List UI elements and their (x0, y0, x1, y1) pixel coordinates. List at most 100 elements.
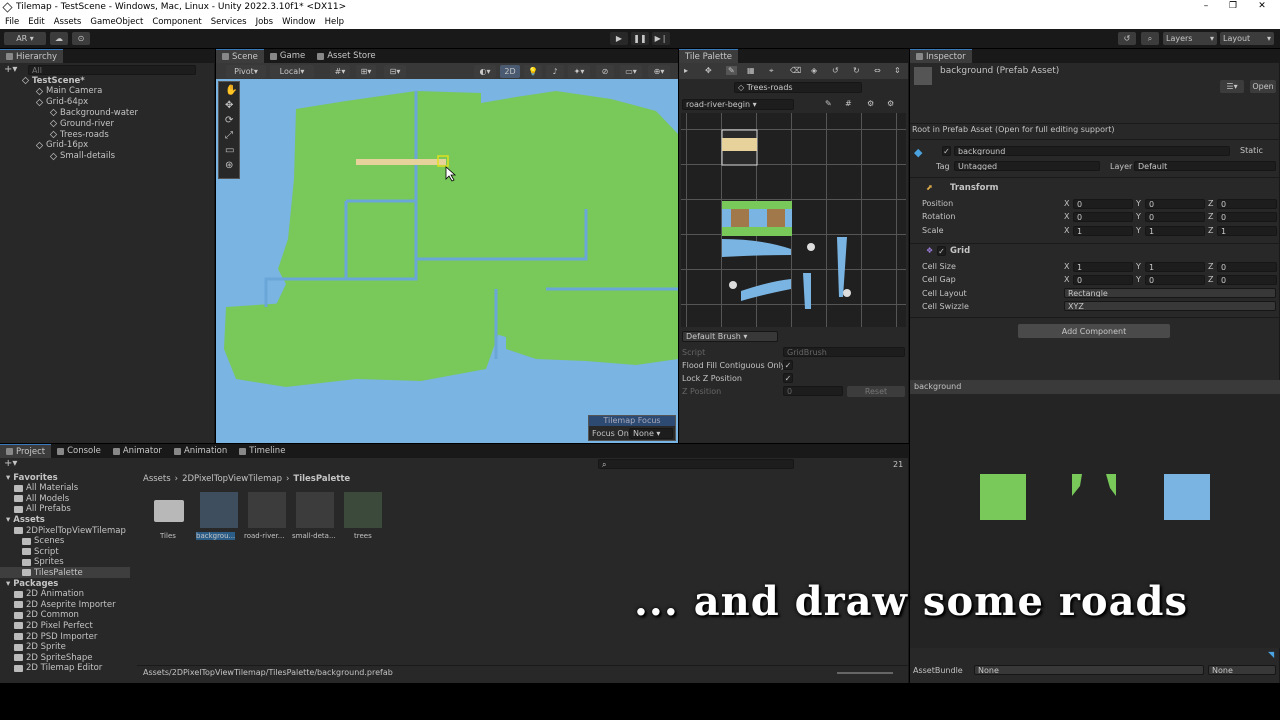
menu-services[interactable]: Services (211, 17, 247, 27)
project-tree-item[interactable]: 2D Sprite (14, 642, 136, 653)
project-tree-item[interactable]: 2DPixelTopViewTilemap (14, 525, 136, 536)
search-icon[interactable]: ⌕ (1141, 32, 1159, 45)
layer-dropdown[interactable]: Default (1134, 161, 1276, 171)
object-name-field[interactable]: background (954, 146, 1230, 156)
cell-swizzle-dropdown[interactable]: XYZ (1064, 301, 1276, 311)
grid-settings-icon[interactable]: ⊞▾ (356, 65, 376, 78)
palette-select-dropdown[interactable]: road-river-begin ▾ (682, 99, 794, 110)
menu-edit[interactable]: Edit (28, 17, 44, 27)
value-y-field[interactable]: 0 (1145, 212, 1205, 223)
hierarchy-item[interactable]: Trees-roads (49, 129, 109, 140)
value-y-field[interactable]: 1 (1145, 225, 1205, 236)
gizmo-toggle-icon[interactable]: ⚙ (867, 99, 874, 108)
add-component-button[interactable]: Add Component (1018, 324, 1170, 338)
scene-canvas[interactable]: ✋ ✥ ⟳ ⤢ ▭ ⊛ Tilemap Focus Focus On None … (216, 79, 678, 443)
menu-file[interactable]: File (5, 17, 19, 27)
eraser-icon[interactable]: ⌫ (790, 66, 801, 75)
menu-jobs[interactable]: Jobs (256, 17, 274, 27)
transform-title[interactable]: Transform (950, 183, 999, 193)
breadcrumb-assets[interactable]: Assets (143, 474, 171, 484)
hierarchy-search-input[interactable]: All (28, 65, 196, 75)
project-tree-item[interactable]: All Models (14, 493, 136, 504)
move-tile-icon[interactable]: ✥ (705, 66, 712, 75)
rotate-left-icon[interactable]: ↺ (832, 66, 839, 75)
brush-dropdown[interactable]: Default Brush ▾ (682, 331, 778, 342)
box-fill-icon[interactable]: ▦ (747, 66, 755, 75)
menu-component[interactable]: Component (152, 17, 201, 27)
hierarchy-item[interactable]: Main Camera (35, 86, 102, 97)
hierarchy-item[interactable]: Ground-river (49, 118, 114, 129)
value-x-field[interactable]: 1 (1073, 262, 1133, 272)
value-z-field[interactable]: 0 (1217, 262, 1277, 272)
hierarchy-item[interactable]: Small-details (49, 151, 115, 162)
select-tool-icon[interactable]: ▸ (684, 66, 688, 75)
project-tree-item[interactable]: 2D Tilemap Editor (14, 663, 136, 674)
tab-console[interactable]: Console (51, 444, 107, 458)
pivot-dropdown[interactable]: Pivot ▾ (226, 65, 266, 78)
tag-icon[interactable]: ◥ (1268, 650, 1274, 659)
account-dropdown[interactable]: AR ▾ (4, 32, 46, 45)
paint-brush-icon[interactable]: ✎ (726, 66, 737, 75)
tab-tile-palette[interactable]: Tile Palette (679, 49, 739, 63)
project-tree-item[interactable]: All Prefabs (14, 504, 136, 515)
add-object-button[interactable]: +▾ (4, 64, 17, 75)
tab-project[interactable]: Project (0, 444, 52, 458)
flip-x-icon[interactable]: ⇔ (874, 66, 881, 75)
value-x-field[interactable]: 0 (1073, 212, 1133, 223)
history-icon[interactable]: ↺ (1118, 32, 1136, 45)
move-tool-icon[interactable]: ✥ (225, 100, 233, 111)
gizmos-icon[interactable]: ⊕▾ (648, 65, 670, 78)
project-tree-item[interactable]: 2D SpriteShape (14, 652, 136, 663)
breadcrumb-project[interactable]: 2DPixelTopViewTilemap (182, 474, 282, 484)
palette-settings-icon[interactable]: ⚙ (887, 99, 894, 108)
value-x-field[interactable]: 0 (1073, 275, 1133, 286)
lighting-icon[interactable]: 💡 (524, 65, 542, 78)
value-z-field[interactable]: 0 (1217, 275, 1277, 286)
value-y-field[interactable]: 0 (1145, 199, 1205, 209)
layout-dropdown[interactable]: Layout ▾ (1220, 32, 1274, 45)
assetbundle-dropdown[interactable]: None (974, 665, 1204, 675)
rect-tool-icon[interactable]: ▭ (225, 145, 234, 156)
project-tree-item[interactable]: 2D Common (14, 610, 136, 621)
rotate-right-icon[interactable]: ↻ (853, 66, 860, 75)
breadcrumb-tilespalette[interactable]: TilesPalette (293, 474, 350, 484)
effects-icon[interactable]: ✦▾ (568, 65, 590, 78)
step-button[interactable]: ▶❘ (652, 32, 670, 45)
collab-icon[interactable]: ⊙ (72, 32, 90, 45)
project-tree-item[interactable]: Script (22, 546, 136, 557)
lock-z-checkbox[interactable]: ✓ (783, 373, 793, 383)
project-tree-item[interactable]: 2D Aseprite Importer (14, 599, 136, 610)
project-tree-item[interactable]: All Materials (14, 483, 136, 494)
tab-scene[interactable]: Scene (216, 49, 264, 63)
grid-snap-icon[interactable]: #▾ (330, 65, 350, 78)
active-checkbox[interactable]: ✓ (942, 146, 951, 156)
open-prefab-button[interactable]: Open (1250, 80, 1276, 93)
project-tree-item[interactable]: ▾ Assets (6, 514, 136, 525)
scale-tool-icon[interactable]: ⤢ (225, 130, 233, 141)
tab-animation[interactable]: Animation (168, 444, 233, 458)
hierarchy-item[interactable]: Background-water (49, 107, 138, 118)
value-x-field[interactable]: 0 (1073, 199, 1133, 209)
cell-layout-dropdown[interactable]: Rectangle (1064, 288, 1276, 298)
project-tree-item[interactable]: ▾ Packages (6, 578, 136, 589)
shading-mode-icon[interactable]: ◐▾ (474, 65, 496, 78)
zoom-slider[interactable] (837, 672, 893, 674)
grid-enabled-checkbox[interactable]: ✓ (937, 246, 946, 256)
minimize-button[interactable]: – (1196, 1, 1216, 13)
cloud-icon[interactable]: ☁ (50, 32, 68, 45)
static-label[interactable]: Static (1240, 146, 1263, 155)
menu-assets[interactable]: Assets (54, 17, 82, 27)
hand-tool-icon[interactable]: ✋ (225, 85, 237, 96)
menu-gameobject[interactable]: GameObject (90, 17, 143, 27)
value-x-field[interactable]: 1 (1073, 225, 1133, 236)
edit-palette-icon[interactable]: ✎ (825, 99, 832, 108)
rotate-tool-icon[interactable]: ⟳ (225, 115, 233, 126)
project-tree-item[interactable]: 2D Animation (14, 589, 136, 600)
tab-animator[interactable]: Animator (107, 444, 168, 458)
flood-fill-checkbox[interactable]: ✓ (783, 360, 793, 370)
hierarchy-item[interactable]: Grid-64px (35, 97, 88, 108)
reset-button[interactable]: Reset (847, 386, 905, 397)
tab-inspector[interactable]: Inspector (910, 49, 972, 63)
snap-increment-icon[interactable]: ⊟▾ (384, 65, 406, 78)
project-tree-item[interactable]: 2D PSD Importer (14, 631, 136, 642)
